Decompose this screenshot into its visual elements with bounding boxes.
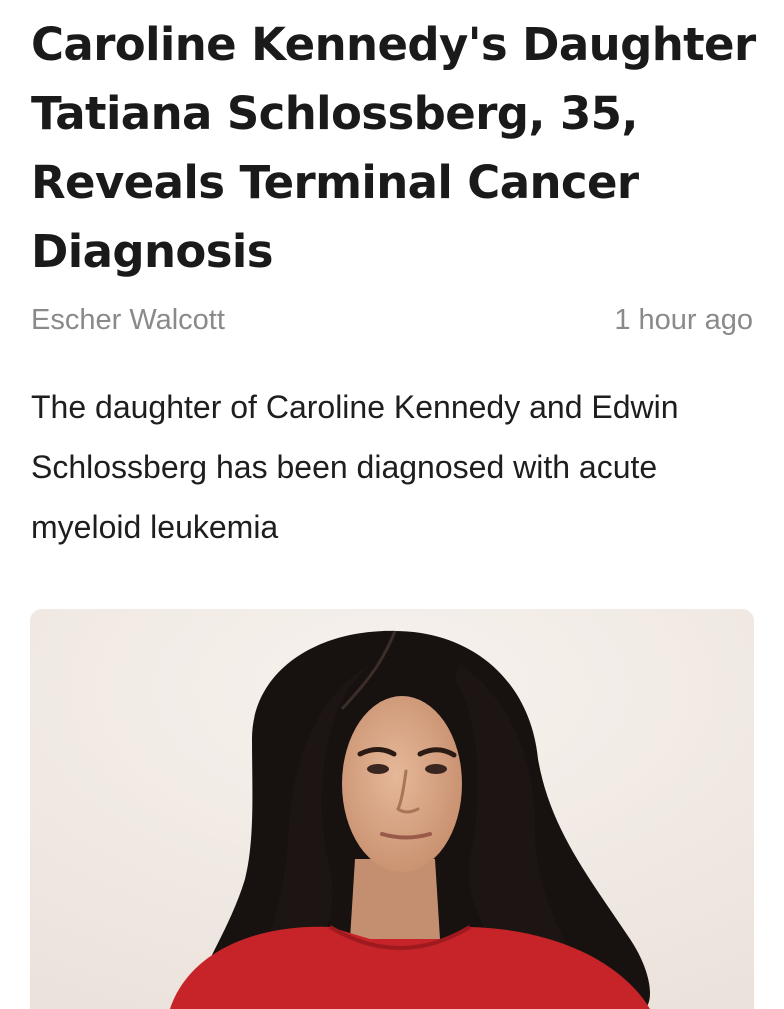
face: [342, 696, 462, 872]
article-subheadline: The daughter of Caroline Kennedy and Ed­…: [31, 389, 679, 545]
article-meta: Escher Walcott 1 hour ago: [31, 300, 753, 340]
author-name[interactable]: Escher Walcott: [31, 304, 225, 337]
publish-time: 1 hour ago: [614, 303, 753, 336]
eye-left: [367, 764, 389, 774]
article-headline: Caroline Kennedy's Daughter Tatiana Schl…: [31, 18, 756, 278]
article: Caroline Kennedy's Daughter Tatiana Schl…: [0, 0, 784, 1009]
article-photo[interactable]: [30, 609, 754, 1009]
eye-right: [425, 764, 447, 774]
portrait-illustration: [30, 609, 754, 1009]
